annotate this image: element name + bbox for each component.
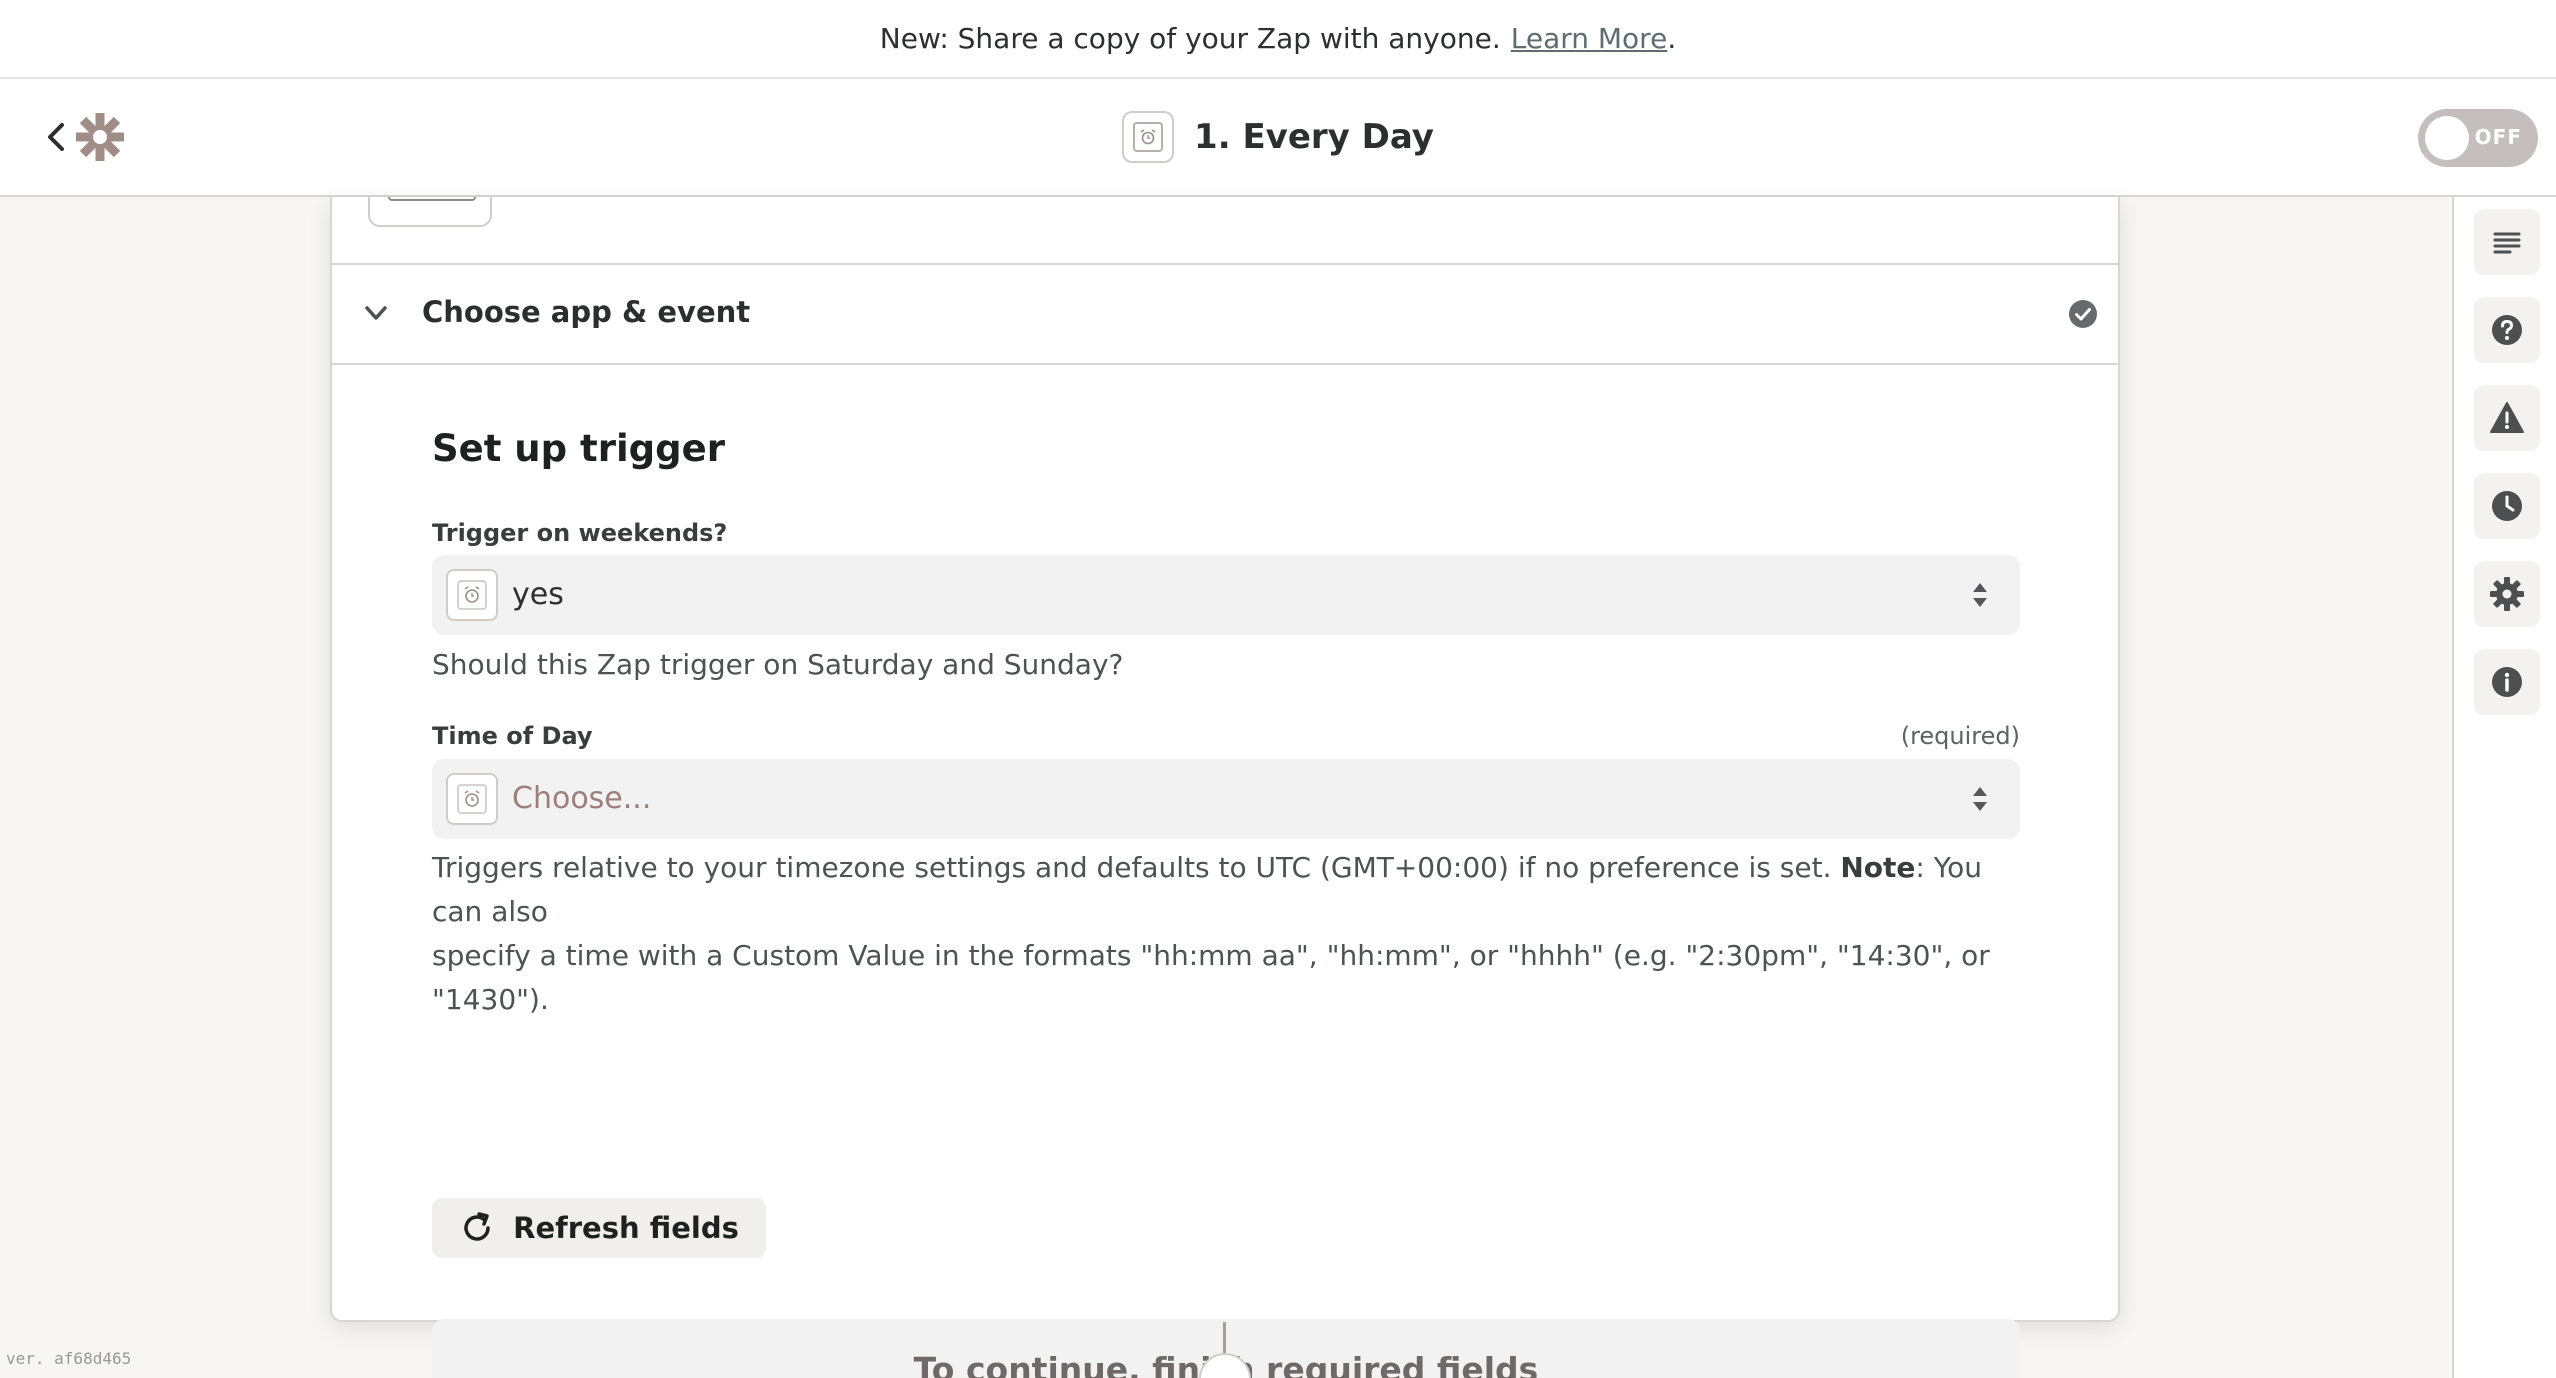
question-circle-icon bbox=[2492, 315, 2522, 345]
alerts-button[interactable] bbox=[2474, 385, 2540, 451]
weekends-value: yes bbox=[512, 577, 564, 612]
banner-suffix: . bbox=[1667, 22, 1677, 55]
weekends-label: Trigger on weekends? bbox=[432, 519, 728, 547]
right-sidebar bbox=[2452, 197, 2556, 1378]
time-of-day-label: Time of Day bbox=[432, 722, 593, 750]
settings-button[interactable] bbox=[2474, 561, 2540, 627]
chevron-down-icon bbox=[365, 306, 387, 320]
step-app-icon bbox=[368, 197, 492, 227]
details-button[interactable] bbox=[2474, 649, 2540, 715]
weekends-select[interactable]: yes bbox=[432, 555, 2020, 635]
schedule-app-icon bbox=[1122, 111, 1175, 163]
outline-button[interactable] bbox=[2474, 209, 2540, 275]
gear-icon bbox=[2490, 577, 2524, 611]
refresh-label: Refresh fields bbox=[513, 1211, 739, 1245]
field-app-icon bbox=[446, 569, 498, 621]
select-arrows-icon bbox=[1973, 583, 1987, 607]
refresh-fields-button[interactable]: Refresh fields bbox=[432, 1198, 766, 1258]
form-title: Set up trigger bbox=[432, 427, 725, 470]
help-line2: specify a time with a Custom Value in th… bbox=[432, 939, 1990, 1016]
step-header-strip bbox=[332, 197, 2118, 265]
alarm-clock-icon bbox=[457, 784, 487, 814]
time-of-day-placeholder: Choose... bbox=[512, 781, 652, 816]
help-note: Note bbox=[1840, 851, 1916, 884]
check-circle-icon bbox=[2069, 300, 2097, 328]
alarm-clock-icon bbox=[1140, 129, 1156, 145]
toggle-knob bbox=[2425, 116, 2469, 160]
announcement-banner: New: Share a copy of your Zap with anyon… bbox=[0, 0, 2556, 79]
clock-icon bbox=[2492, 491, 2522, 521]
refresh-icon bbox=[464, 1212, 490, 1241]
zap-on-off-toggle[interactable]: OFF bbox=[2418, 109, 2538, 167]
learn-more-link[interactable]: Learn More bbox=[1511, 22, 1668, 55]
zap-title-area: 1. Every Day bbox=[0, 109, 2556, 165]
step-title-peek bbox=[544, 197, 784, 211]
section-label: Choose app & event bbox=[422, 295, 751, 329]
help-line1-a: Triggers relative to your timezone setti… bbox=[432, 851, 1841, 884]
trigger-step-card: Choose app & event Set up trigger Trigge… bbox=[330, 197, 2120, 1378]
weekends-help: Should this Zap trigger on Saturday and … bbox=[432, 648, 1124, 681]
select-arrows-icon bbox=[1973, 787, 1987, 811]
required-indicator: (required) bbox=[1900, 722, 2020, 750]
toggle-label: OFF bbox=[2474, 125, 2522, 149]
version-label: ver. af68d465 bbox=[6, 1349, 132, 1368]
editor-header: 1. Every Day OFF bbox=[0, 79, 2556, 197]
alarm-clock-icon bbox=[457, 580, 487, 610]
banner-text: New: Share a copy of your Zap with anyon… bbox=[879, 22, 1501, 55]
time-of-day-help: Triggers relative to your timezone setti… bbox=[432, 846, 2020, 1022]
warning-triangle-icon bbox=[2490, 402, 2524, 433]
help-button[interactable] bbox=[2474, 297, 2540, 363]
field-app-icon bbox=[446, 773, 498, 825]
list-lines-icon bbox=[2493, 232, 2521, 254]
choose-app-event-section[interactable]: Choose app & event bbox=[332, 265, 2118, 365]
history-button[interactable] bbox=[2474, 473, 2540, 539]
info-circle-icon bbox=[2492, 667, 2522, 697]
zap-title[interactable]: 1. Every Day bbox=[1194, 117, 1434, 157]
time-of-day-select[interactable]: Choose... bbox=[432, 759, 2020, 839]
